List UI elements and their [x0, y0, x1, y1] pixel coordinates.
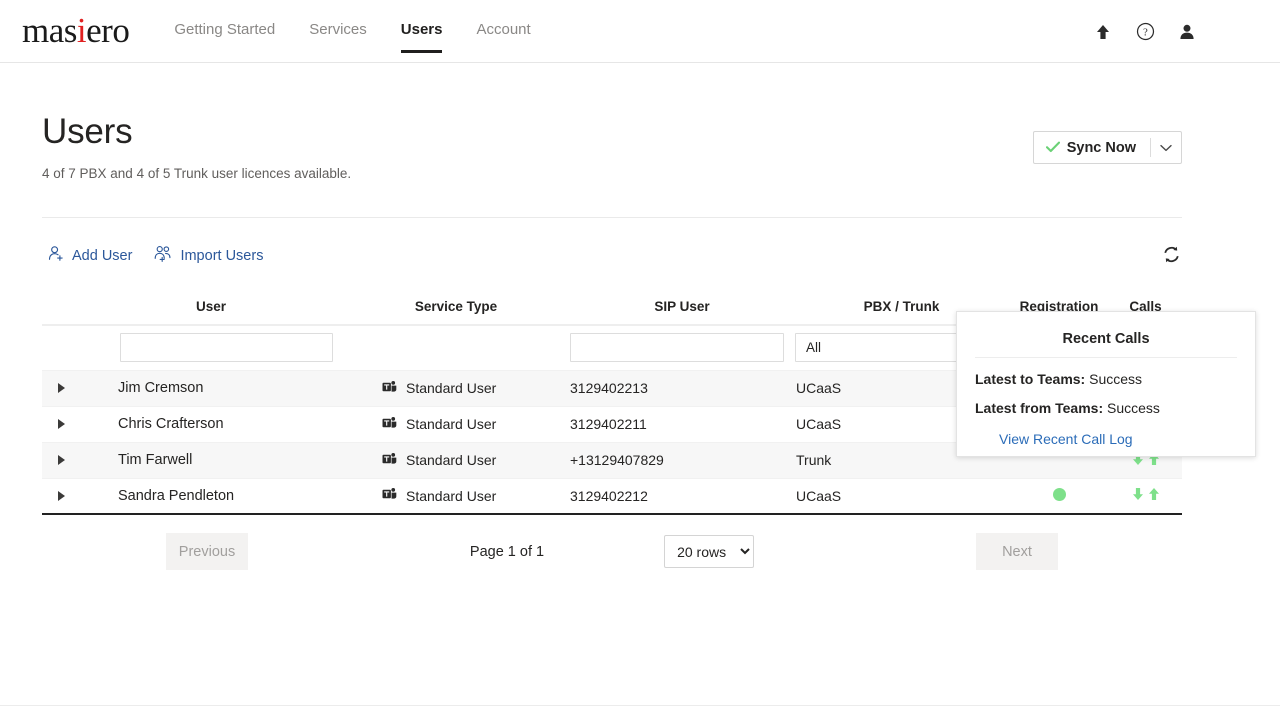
call-direction-icons — [1132, 487, 1160, 504]
import-users-label: Import Users — [180, 248, 263, 264]
next-page-button[interactable]: Next — [976, 533, 1058, 570]
latest-from-teams-value: Success — [1107, 400, 1160, 416]
registration-status-dot — [1053, 488, 1066, 501]
sync-now-button[interactable]: Sync Now — [1034, 132, 1150, 163]
teams-icon — [382, 416, 397, 433]
th-user[interactable]: User — [80, 299, 342, 325]
sip-user-filter-input[interactable] — [570, 333, 784, 362]
licence-summary-text: 4 of 7 PBX and 4 of 5 Trunk user licence… — [42, 166, 1182, 181]
sync-now-label: Sync Now — [1067, 140, 1136, 156]
latest-to-teams-row: Latest to Teams: Success — [975, 371, 1237, 387]
cell-user: Tim Farwell — [80, 442, 342, 478]
page-header: Users 4 of 7 PBX and 4 of 5 Trunk user l… — [42, 113, 1182, 181]
latest-from-teams-row: Latest from Teams: Success — [975, 400, 1237, 416]
rows-per-page-select[interactable]: 20 rows — [664, 535, 754, 568]
expand-triangle-icon[interactable] — [58, 419, 65, 429]
cell-pbx-trunk: UCaaS — [794, 478, 1009, 514]
cell-sip-user: 3129402211 — [570, 406, 794, 442]
service-type-label: Standard User — [406, 380, 496, 396]
service-type-label: Standard User — [406, 416, 496, 432]
cell-calls[interactable] — [1109, 478, 1182, 514]
add-user-button[interactable]: Add User — [48, 245, 132, 266]
previous-page-button[interactable]: Previous — [166, 533, 248, 570]
brand-logo[interactable]: masiero — [22, 13, 129, 48]
popover-divider — [975, 357, 1237, 358]
cell-service-type: Standard User — [342, 406, 570, 442]
expand-triangle-icon[interactable] — [58, 491, 65, 501]
header-divider — [42, 217, 1182, 218]
page-indicator-label: Page 1 of 1 — [470, 544, 544, 560]
user-filter-input[interactable] — [120, 333, 333, 362]
pagination-bar: Previous Page 1 of 1 20 rows Next — [42, 533, 1182, 570]
brand-logo-part2: ero — [86, 11, 129, 50]
cell-service-type: Standard User — [342, 478, 570, 514]
add-user-label: Add User — [72, 248, 132, 264]
filter-cell-sip — [570, 325, 794, 370]
recent-calls-popover: Recent Calls Latest to Teams: Success La… — [956, 311, 1256, 457]
nav-item-account[interactable]: Account — [476, 0, 530, 63]
top-navigation-bar: masiero Getting Started Services Users A… — [0, 0, 1280, 63]
table-row[interactable]: Sandra Pendleton Standard User — [42, 478, 1182, 514]
pagination-center: Page 1 of 1 20 rows — [248, 535, 976, 568]
sync-now-split-button[interactable]: Sync Now — [1033, 131, 1182, 164]
refresh-icon[interactable] — [1160, 243, 1182, 265]
filter-cell-user — [80, 325, 342, 370]
filter-cell-expand — [42, 325, 80, 370]
teams-icon — [382, 452, 397, 469]
top-bar-icons: ? — [1092, 0, 1198, 63]
row-expand-cell[interactable] — [42, 478, 80, 514]
service-type-label: Standard User — [406, 488, 496, 504]
nav-item-getting-started[interactable]: Getting Started — [174, 0, 275, 63]
cell-user: Chris Crafterson — [80, 406, 342, 442]
row-expand-cell[interactable] — [42, 406, 80, 442]
view-recent-call-log-link[interactable]: View Recent Call Log — [999, 431, 1133, 447]
brand-logo-part1: mas — [22, 11, 77, 50]
service-type-label: Standard User — [406, 452, 496, 468]
cell-registration — [1009, 478, 1109, 514]
expand-triangle-icon[interactable] — [58, 383, 65, 393]
table-actions: Add User Import Users — [48, 245, 263, 266]
import-users-button[interactable]: Import Users — [154, 245, 263, 266]
th-service-type[interactable]: Service Type — [342, 299, 570, 325]
cell-sip-user: +13129407829 — [570, 442, 794, 478]
call-inbound-arrow-icon — [1132, 487, 1144, 504]
latest-to-teams-label: Latest to Teams: — [975, 371, 1085, 387]
expand-triangle-icon[interactable] — [58, 455, 65, 465]
call-outbound-arrow-icon — [1148, 487, 1160, 504]
teams-icon — [382, 487, 397, 504]
cell-user: Jim Cremson — [80, 370, 342, 406]
nav-item-users[interactable]: Users — [401, 0, 443, 63]
svg-text:?: ? — [1143, 28, 1148, 39]
latest-to-teams-value: Success — [1089, 371, 1142, 387]
help-circle-icon[interactable]: ? — [1134, 21, 1156, 43]
footer-divider — [0, 705, 1280, 706]
chevron-down-icon[interactable] — [1151, 132, 1181, 163]
main-nav: Getting Started Services Users Account — [174, 0, 564, 63]
filter-cell-service-type — [342, 325, 570, 370]
cell-sip-user: 3129402213 — [570, 370, 794, 406]
upload-arrow-icon[interactable] — [1092, 21, 1114, 43]
th-expand — [42, 299, 80, 325]
th-sip-user[interactable]: SIP User — [570, 299, 794, 325]
page-title: Users — [42, 113, 1182, 152]
check-icon — [1046, 141, 1060, 155]
brand-logo-accent-i: i — [77, 11, 86, 50]
row-expand-cell[interactable] — [42, 442, 80, 478]
popover-title: Recent Calls — [975, 312, 1237, 347]
cell-service-type: Standard User — [342, 442, 570, 478]
people-plus-icon — [154, 245, 173, 266]
teams-icon — [382, 380, 397, 397]
cell-sip-user: 3129402212 — [570, 478, 794, 514]
cell-service-type: Standard User — [342, 370, 570, 406]
cell-user: Sandra Pendleton — [80, 478, 342, 514]
user-account-icon[interactable] — [1176, 21, 1198, 43]
person-plus-icon — [48, 245, 65, 266]
latest-from-teams-label: Latest from Teams: — [975, 400, 1103, 416]
row-expand-cell[interactable] — [42, 370, 80, 406]
nav-item-services[interactable]: Services — [309, 0, 367, 63]
